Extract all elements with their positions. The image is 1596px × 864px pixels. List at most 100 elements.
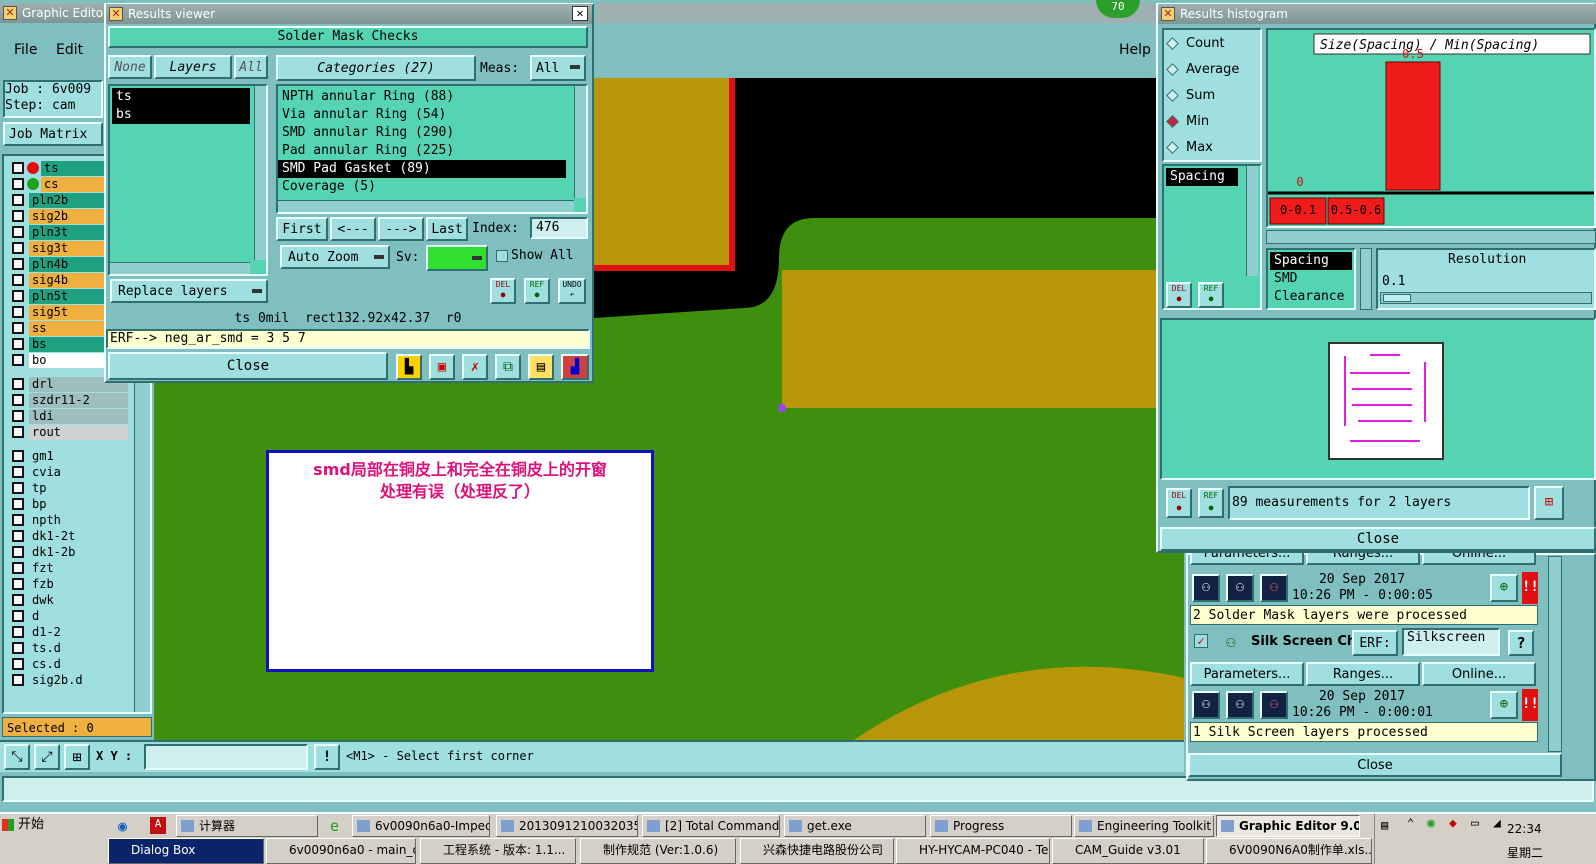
layer-checkbox[interactable] bbox=[12, 674, 24, 686]
chart-hscroll[interactable] bbox=[1266, 230, 1596, 244]
erf-button[interactable]: ERF: bbox=[1352, 630, 1398, 656]
layer-checkbox[interactable] bbox=[12, 290, 24, 302]
show-all-checkbox[interactable] bbox=[496, 250, 508, 262]
layer-checkbox[interactable] bbox=[12, 466, 24, 478]
layer-checkbox[interactable] bbox=[12, 626, 24, 638]
layer-checkbox[interactable] bbox=[12, 338, 24, 350]
category-item[interactable]: Pad annular Ring (225) bbox=[278, 142, 566, 160]
layer-row[interactable]: szdr11-2 bbox=[8, 392, 128, 408]
layer-row[interactable]: cvia bbox=[8, 464, 128, 480]
taskbar-button[interactable]: 20130912100320351... bbox=[496, 815, 638, 837]
layer-checkbox[interactable] bbox=[12, 322, 24, 334]
resolution-list-item[interactable]: Clearance bbox=[1270, 288, 1352, 306]
layer-row[interactable]: dk1-2t bbox=[8, 528, 128, 544]
menu-help[interactable]: Help bbox=[1119, 42, 1151, 58]
taskbar-button[interactable]: 计算器 bbox=[176, 815, 318, 837]
layer-checkbox[interactable] bbox=[12, 378, 24, 390]
category-item[interactable]: Coverage (5) bbox=[278, 178, 566, 196]
layer-checkbox[interactable] bbox=[12, 546, 24, 558]
layer-row[interactable]: gm1 bbox=[8, 448, 128, 464]
menu-file[interactable]: File bbox=[14, 42, 37, 58]
first-button[interactable]: First bbox=[276, 217, 328, 241]
grid-icon[interactable]: ⊞ bbox=[64, 744, 90, 770]
taskbar-button[interactable]: 6v0090n6a0-Impeda... bbox=[352, 815, 490, 837]
taskbar-button[interactable]: 工程系统 - 版本: 1.1... bbox=[420, 838, 576, 864]
prev-button[interactable]: <--- bbox=[330, 217, 376, 241]
layer-checkbox[interactable] bbox=[12, 426, 24, 438]
layer-row[interactable]: d bbox=[8, 608, 128, 624]
layer-checkbox[interactable] bbox=[12, 514, 24, 526]
stop-icon[interactable]: ⚇ bbox=[1260, 574, 1288, 602]
zoom-extent-icon[interactable]: ⤡ bbox=[4, 744, 30, 770]
histogram-icon[interactable]: ▟ bbox=[561, 354, 589, 380]
categories-vscroll[interactable] bbox=[574, 86, 586, 198]
stat-option[interactable]: Average bbox=[1164, 56, 1260, 82]
layers-listbox[interactable]: ts bs bbox=[108, 84, 268, 276]
categories-hscroll[interactable] bbox=[278, 200, 574, 212]
layer-checkbox[interactable] bbox=[12, 306, 24, 318]
checklist-cut-button[interactable]: Ranges... bbox=[1306, 553, 1420, 565]
layer-checkbox[interactable] bbox=[12, 178, 24, 190]
category-item[interactable]: NPTH annular Ring (88) bbox=[278, 88, 566, 106]
menu-edit[interactable]: Edit bbox=[56, 42, 83, 58]
checklist-cut-button[interactable]: Parameters... bbox=[1190, 553, 1304, 565]
taskbar-button[interactable]: get.exe bbox=[784, 815, 926, 837]
radio-diamond-icon[interactable] bbox=[1166, 88, 1179, 102]
erf-value-field[interactable]: Silkscreen bbox=[1402, 628, 1500, 656]
measure-list-item[interactable]: Spacing bbox=[1166, 168, 1238, 186]
layer-row[interactable]: d1-2 bbox=[8, 624, 128, 640]
tray-clock[interactable]: 22:34 bbox=[1507, 822, 1542, 836]
layer-row[interactable]: cs.d bbox=[8, 656, 128, 672]
radio-diamond-icon[interactable] bbox=[1166, 36, 1179, 50]
reference-icon[interactable]: REF ● bbox=[1198, 282, 1224, 308]
resolution-type-scroll[interactable] bbox=[1360, 248, 1372, 310]
index-input[interactable]: 476 bbox=[530, 217, 588, 239]
stop-icon[interactable]: ⚇ bbox=[1260, 691, 1288, 719]
taskbar-button[interactable]: Progress bbox=[930, 815, 1072, 837]
measure-list-scroll[interactable] bbox=[1246, 166, 1258, 276]
categories-listbox[interactable]: NPTH annular Ring (88) Via annular Ring (… bbox=[276, 84, 588, 214]
meas-dropdown[interactable]: All bbox=[530, 55, 586, 81]
taskbar-button[interactable]: Graphic Editor 9.07... bbox=[1216, 815, 1360, 837]
resolution-slider[interactable] bbox=[1380, 292, 1592, 304]
layer-row[interactable]: ts.d bbox=[8, 640, 128, 656]
layer-checkbox[interactable] bbox=[12, 394, 24, 406]
taskbar-button[interactable]: CAM_Guide v3.01 bbox=[1052, 838, 1204, 864]
taskbar-button[interactable]: Dialog Box bbox=[108, 838, 264, 864]
layer-checkbox[interactable] bbox=[12, 162, 24, 174]
radio-diamond-icon[interactable] bbox=[1166, 62, 1179, 76]
run-icon[interactable]: ⚇ bbox=[1192, 574, 1220, 602]
taskbar-button[interactable]: 兴森快捷电路股份公司 bbox=[740, 838, 894, 864]
checklist-vscroll[interactable] bbox=[1548, 556, 1562, 752]
layer-checkbox[interactable] bbox=[12, 194, 24, 206]
delete-icon[interactable]: DEL ● bbox=[1166, 282, 1192, 308]
reference-icon[interactable]: REF ● bbox=[1198, 488, 1224, 518]
display-icon[interactable]: ▣ bbox=[429, 354, 455, 380]
layer-row[interactable]: npth bbox=[8, 512, 128, 528]
layers-listbox-vscroll[interactable] bbox=[254, 86, 266, 260]
sv-color-swatch[interactable] bbox=[426, 245, 488, 271]
tray-volume-icon[interactable]: ◢ bbox=[1493, 816, 1501, 831]
close-icon[interactable]: ✕ bbox=[572, 6, 588, 21]
none-button[interactable]: None bbox=[108, 55, 152, 79]
zoom-icon[interactable]: ⊕ bbox=[1490, 574, 1518, 602]
alert-icon[interactable]: ! bbox=[314, 744, 340, 770]
start-button[interactable]: 开始 bbox=[0, 814, 46, 838]
all-button[interactable]: All bbox=[234, 55, 268, 79]
taskbar-button[interactable]: 制作规范 (Ver:1.0.6) bbox=[580, 838, 736, 864]
quicklaunch-pdf-icon[interactable]: A bbox=[150, 817, 166, 834]
layer-checkbox[interactable] bbox=[12, 578, 24, 590]
layer-checkbox[interactable] bbox=[12, 450, 24, 462]
categories-button[interactable]: Categories (27) bbox=[276, 55, 476, 81]
last-button[interactable]: Last bbox=[426, 217, 468, 241]
clear-icon[interactable]: ✗ bbox=[462, 354, 488, 380]
quicklaunch-ie-icon[interactable]: ◉ bbox=[118, 817, 136, 835]
layers-listbox-hscroll[interactable] bbox=[110, 262, 250, 274]
checklist-close-button[interactable]: Close bbox=[1188, 753, 1562, 777]
layer-checkbox[interactable] bbox=[12, 410, 24, 422]
slider-thumb[interactable] bbox=[1383, 294, 1411, 302]
results-close-button[interactable]: Close bbox=[108, 352, 388, 380]
layer-checkbox[interactable] bbox=[12, 258, 24, 270]
layer-checkbox[interactable] bbox=[12, 562, 24, 574]
layer-checkbox[interactable] bbox=[12, 226, 24, 238]
